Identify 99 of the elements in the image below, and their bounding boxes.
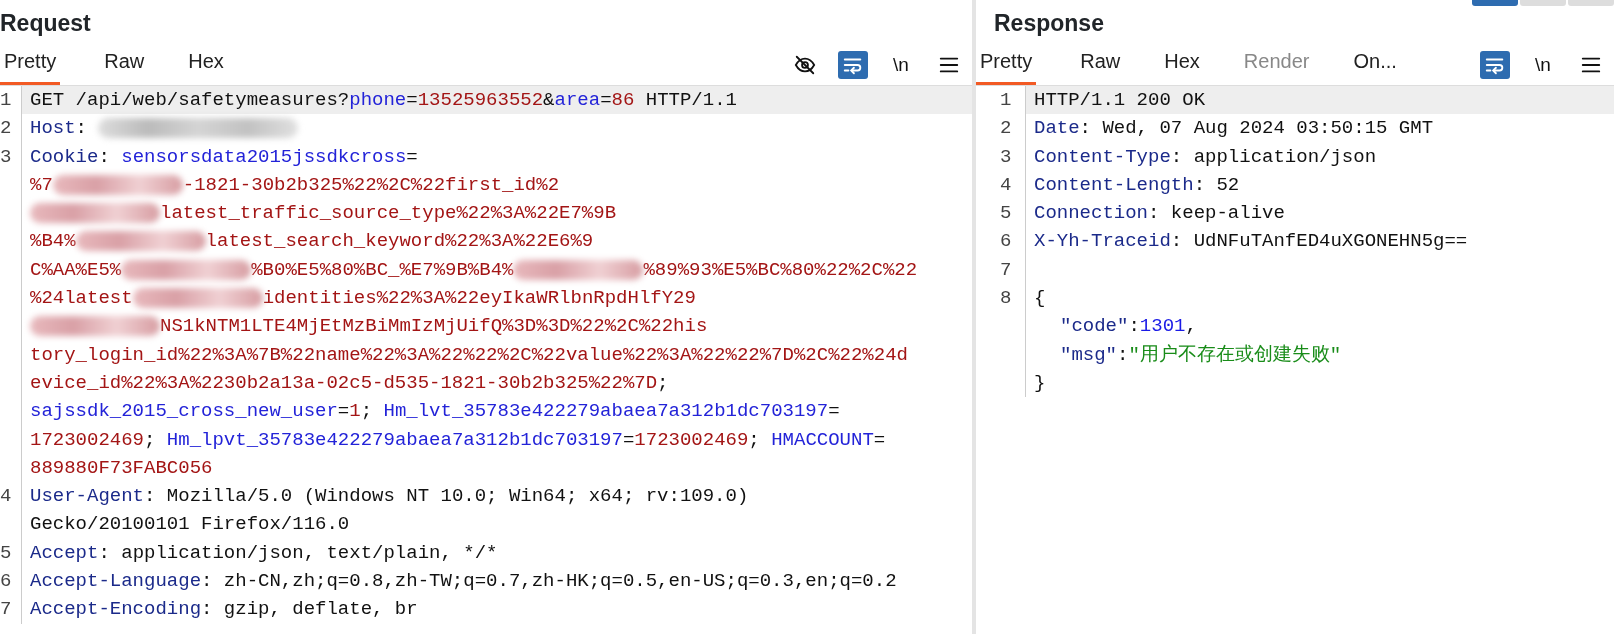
param-name: area [554, 89, 601, 111]
param-value: 86 [611, 89, 635, 111]
code-text: = [337, 400, 350, 423]
code-text: HTTP/1.1 200 OK [1034, 89, 1206, 111]
tab[interactable]: Hex [1164, 46, 1200, 85]
tab[interactable]: Raw [1080, 46, 1121, 85]
string-value: "用户不存在或创建失败" [1128, 343, 1342, 366]
param-value: tory_login_id%22%3A%7B%22name%22%3A%22%22%2C%22value%22%3A%22%22%7D%2C%22%24d [30, 343, 908, 366]
header-name: Content-Length [1034, 173, 1194, 196]
line-number: 5 [0, 541, 12, 564]
code-text: , [1185, 315, 1197, 338]
code-text: : keep-alive [1148, 202, 1285, 225]
header-name: X-Yh-Traceid [1034, 230, 1171, 253]
wrap-icon[interactable] [1480, 51, 1510, 79]
param-name: sensorsdata2015jssdkcross [121, 145, 407, 168]
line-number: 7 [0, 598, 12, 621]
header-name: User-Agent [30, 485, 145, 508]
param-name: sajssdk_2015_cross_new_user [30, 400, 338, 423]
line-number: 1 [0, 89, 12, 111]
header-name: "msg" [1060, 343, 1117, 366]
param-value: NS1kNTM1LTE4MjEtMzBiMmIzMjUifQ%3D%3D%22%2C%22his [160, 315, 708, 338]
param-value: %7 [30, 173, 53, 196]
code-text: : application/json, text/plain, */* [98, 541, 498, 564]
wrap-icon[interactable] [838, 51, 868, 79]
header-name: Accept [30, 541, 99, 564]
line-number: 2 [0, 117, 12, 140]
param-value: C%AA%E5% [30, 258, 122, 281]
newline-button[interactable]: \n [1528, 51, 1558, 79]
code-text: = [873, 428, 886, 451]
code-text: & [543, 89, 555, 111]
param-name: phone [349, 89, 407, 111]
code-text: } [1034, 371, 1046, 394]
code-text: ; [657, 371, 669, 394]
header-name: Accept-Encoding [30, 598, 202, 621]
header-name: Cookie [30, 145, 99, 168]
line-number: 2 [1000, 117, 1012, 140]
header-name: Date [1034, 117, 1080, 140]
code-text: GET /api/web/safetymeasures? [30, 89, 350, 111]
param-name: Hm_lpvt_35783e422279abaea7a312b1dc703197 [166, 428, 623, 451]
code-text: : Wed, 07 Aug 2024 03:50:15 GMT [1079, 117, 1434, 140]
param-value: %B4% [30, 230, 76, 253]
code-text: = [828, 400, 840, 423]
line-number: 6 [1000, 230, 1012, 253]
code-text: : [98, 145, 111, 168]
panel-title: Response [993, 9, 1104, 38]
param-value: 1723002469 [634, 428, 749, 451]
tab[interactable]: Hex [188, 46, 224, 85]
code-text: = [622, 428, 635, 451]
param-value: latest_traffic_source_type%22%3A%22E7%9B [160, 202, 617, 225]
param-value: identities%22%3A%22eyIkaWRlbnRpdHlfY29 [262, 287, 696, 310]
param-value: %89%93%E5%BC%80%22%2C%22 [643, 258, 918, 281]
line-number: 6 [0, 570, 12, 593]
param-value: latest_search_keyword%22%3A%22E6%9 [205, 230, 594, 253]
header-name: Accept-Language [30, 570, 202, 593]
param-name: HMACCOUNT [771, 428, 874, 451]
line-number: 4 [1000, 173, 1012, 196]
code-text: : gzip, deflate, br [201, 598, 418, 621]
panel-title: Request [0, 9, 91, 38]
code-text: : 52 [1193, 173, 1240, 196]
param-value: evice_id%22%3A%2230b2a13a-02c5-d535-1821-30b2b325%22%7D [30, 371, 658, 394]
code-text: ; [748, 428, 761, 451]
code-text: = [406, 89, 418, 111]
line-number: 8 [1000, 287, 1012, 310]
header-name: Content-Type [1034, 145, 1171, 168]
param-value: %B0%E5%80%BC_%E7%9B%B4% [251, 258, 514, 281]
param-value: 1 [349, 400, 361, 423]
param-name: Hm_lvt_35783e422279abaea7a312b1dc703197 [383, 400, 829, 423]
code-text: ; [144, 428, 157, 451]
code-text: : [1117, 343, 1129, 366]
code-text: : zh-CN,zh;q=0.8,zh-TW;q=0.7,zh-HK;q=0.5,en-US;q=0.3,en;q=0.2 [201, 570, 897, 593]
param-value: -1821-30b2b325%22%2C%22first_id%2 [182, 173, 560, 196]
param-value: 1723002469 [30, 428, 145, 451]
line-number: 1 [1000, 89, 1012, 111]
header-name: Host [30, 117, 76, 140]
line-number: 3 [1000, 145, 1012, 168]
tab[interactable]: On... [1353, 46, 1397, 85]
code-text: ; [360, 400, 374, 423]
code-text: = [406, 145, 418, 168]
param-value: 889880F73FABC056 [30, 456, 213, 479]
line-number: 7 [1000, 258, 1012, 281]
number-value: 1301 [1139, 315, 1186, 338]
param-value: %24latest [30, 287, 133, 310]
code-text: = [600, 89, 612, 111]
line-number: 5 [1000, 202, 1012, 225]
code-text: : [75, 117, 88, 140]
header-name: Connection [1034, 202, 1149, 225]
code-text: : UdNFuTAnfED4uXGONEHN5g== [1170, 230, 1468, 253]
code-text: HTTP/1.1 [644, 89, 737, 111]
code-text: Gecko/20100101 Firefox/116.0 [30, 513, 350, 536]
tab[interactable]: Raw [104, 46, 145, 85]
header-name: "code" [1060, 315, 1129, 338]
code-text: : [1128, 315, 1140, 338]
param-value: 13525963552 [417, 89, 544, 111]
line-number: 3 [0, 145, 12, 168]
code-text: : Mozilla/5.0 (Windows NT 10.0; Win64; x64; rv:109.0) [144, 485, 749, 508]
newline-button[interactable]: \n [886, 51, 916, 79]
line-number: 4 [0, 485, 12, 508]
code-text: { [1034, 287, 1046, 310]
code-text: : application/json [1170, 145, 1377, 168]
